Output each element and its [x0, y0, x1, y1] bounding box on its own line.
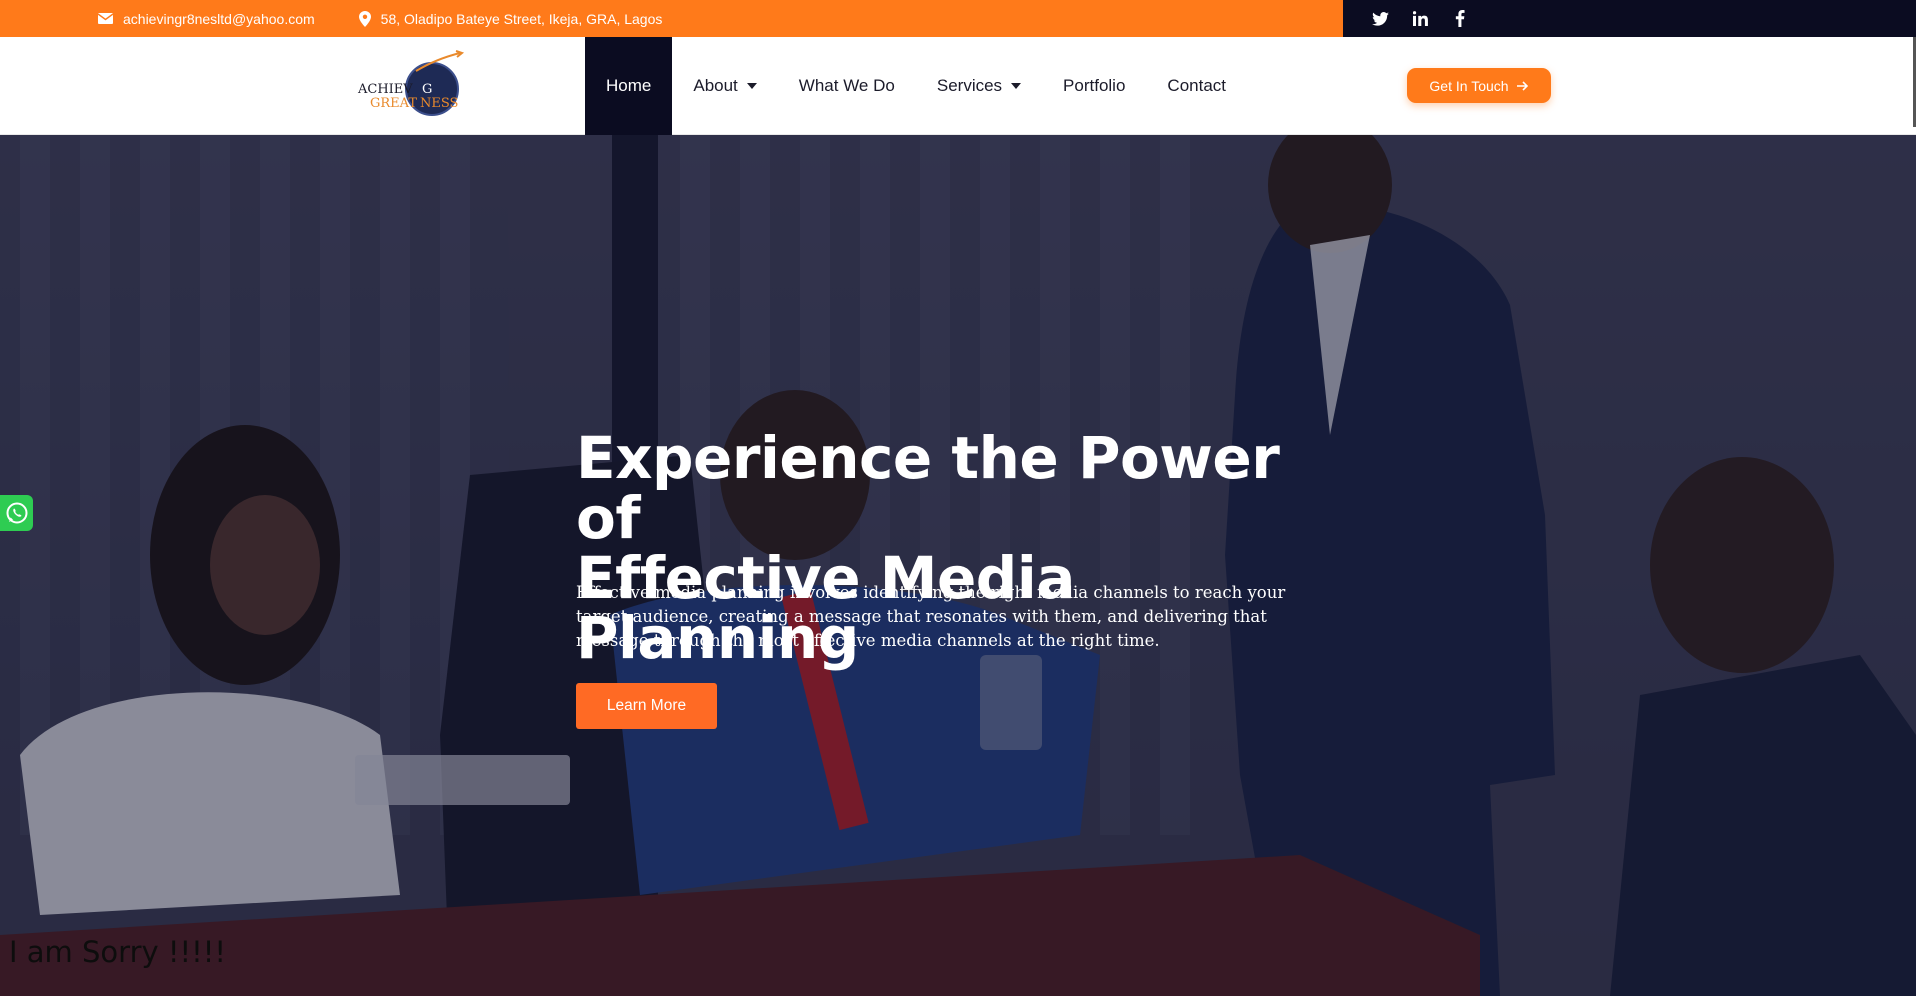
- nav-about-label: About: [693, 76, 738, 95]
- nav-what-we-do-label: What We Do: [798, 76, 895, 95]
- hero-section: Experience the Power of Effective Media …: [0, 135, 1916, 996]
- hero-description: Effective media planning involves identi…: [576, 583, 1286, 650]
- linkedin-icon[interactable]: [1411, 10, 1429, 28]
- nav-about[interactable]: About: [672, 37, 777, 135]
- whatsapp-button[interactable]: [0, 495, 33, 531]
- hero-title-line-1: Experience the Power of: [576, 424, 1280, 552]
- map-pin-icon: [358, 10, 371, 27]
- main-nav: Home About What We Do Services Portfolio…: [585, 37, 1247, 135]
- envelope-icon: [98, 13, 113, 24]
- whatsapp-icon: [6, 502, 27, 524]
- nav-home-label: Home: [606, 76, 652, 95]
- get-in-touch-button[interactable]: Get In Touch: [1407, 68, 1551, 103]
- nav-portfolio[interactable]: Portfolio: [1042, 37, 1146, 135]
- chevron-down-icon: [1011, 83, 1022, 89]
- nav-portfolio-label: Portfolio: [1063, 76, 1126, 95]
- site-header: ACHIEV G GREAT NESS Home About What We D…: [0, 37, 1916, 135]
- address-text: 58, Oladipo Bateye Street, Ikeja, GRA, L…: [380, 10, 663, 27]
- logo-text-1: ACHIEV: [357, 82, 413, 97]
- apology-text: I am Sorry !!!!!: [9, 935, 227, 969]
- get-in-touch-label: Get In Touch: [1429, 77, 1509, 94]
- logo-text-1b: G: [422, 82, 432, 97]
- logo-text-2b: NESS: [420, 96, 458, 111]
- nav-contact[interactable]: Contact: [1146, 37, 1247, 135]
- nav-services-label: Services: [936, 76, 1003, 95]
- nav-home[interactable]: Home: [585, 37, 673, 135]
- top-bar: achievingr8nesltd@yahoo.com 58, Oladipo …: [0, 0, 1916, 37]
- chevron-down-icon: [746, 83, 757, 89]
- social-strip: [1343, 0, 1916, 37]
- learn-more-button[interactable]: Learn More: [576, 683, 717, 729]
- logo-text-2: GREAT: [370, 96, 417, 111]
- email-info[interactable]: achievingr8nesltd@yahoo.com: [98, 11, 315, 27]
- nav-services[interactable]: Services: [916, 37, 1042, 135]
- email-text: achievingr8nesltd@yahoo.com: [123, 10, 315, 27]
- facebook-icon[interactable]: [1451, 10, 1469, 28]
- arrow-right-icon: [1516, 80, 1528, 91]
- contact-strip: achievingr8nesltd@yahoo.com 58, Oladipo …: [0, 0, 1343, 37]
- learn-more-label: Learn More: [606, 697, 687, 714]
- address-info: 58, Oladipo Bateye Street, Ikeja, GRA, L…: [358, 10, 663, 27]
- nav-what-we-do[interactable]: What We Do: [778, 37, 916, 135]
- nav-contact-label: Contact: [1167, 76, 1227, 95]
- brand-logo[interactable]: ACHIEV G GREAT NESS: [356, 49, 468, 125]
- twitter-icon[interactable]: [1371, 10, 1389, 28]
